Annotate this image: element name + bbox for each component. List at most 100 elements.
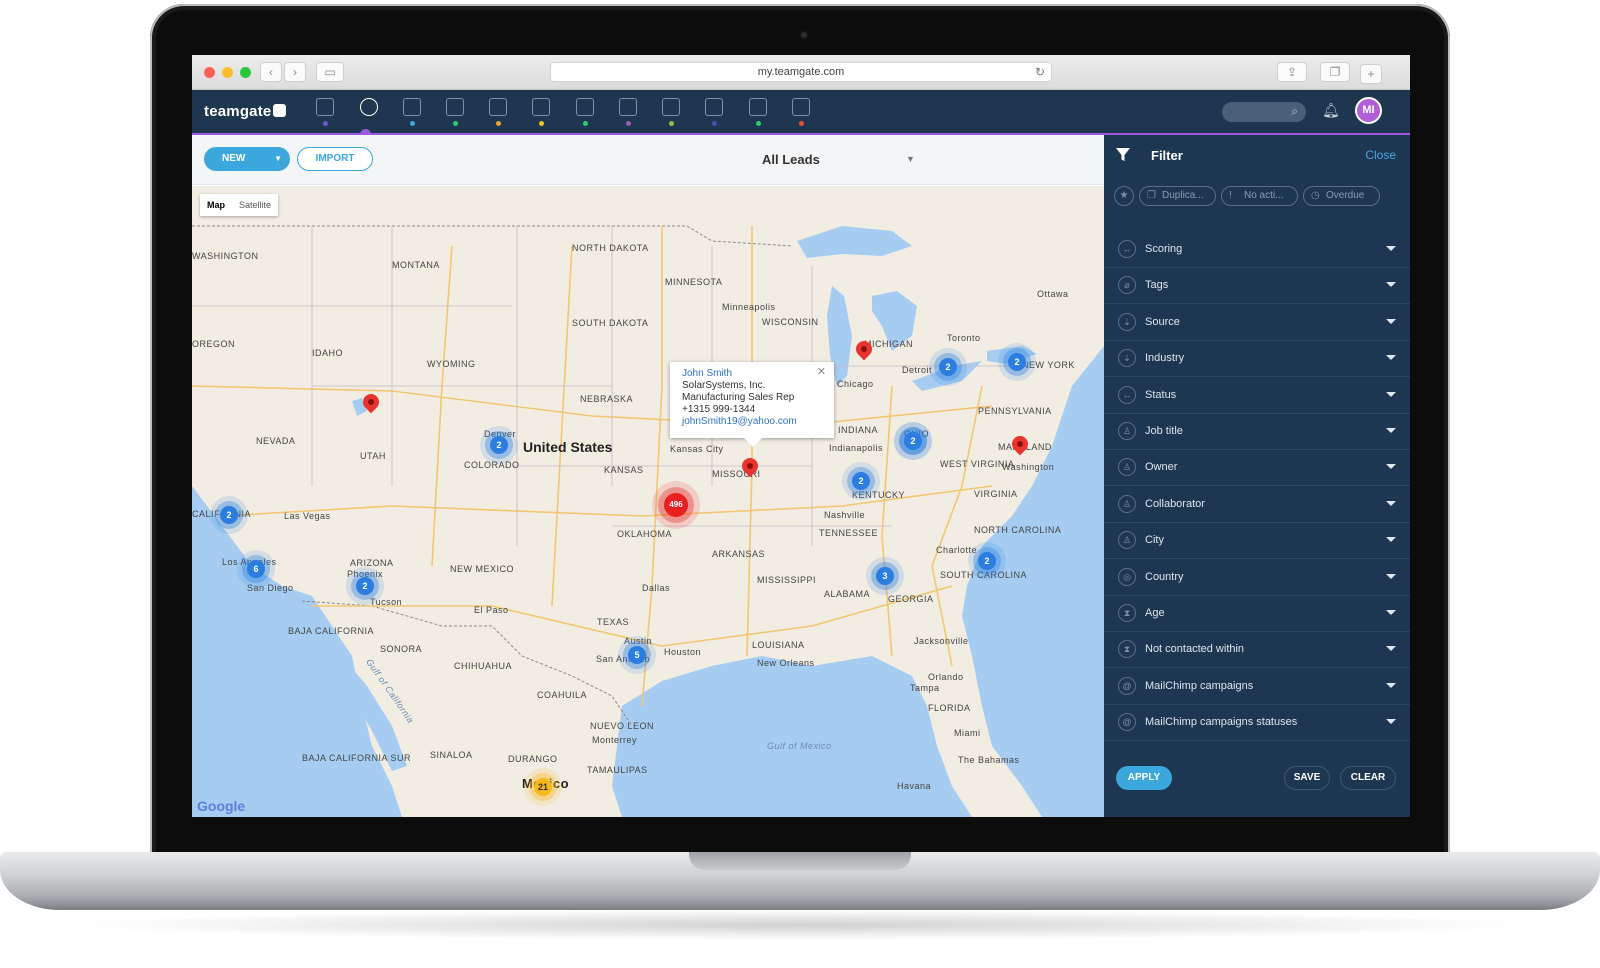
filter-row[interactable]: ♙ Collaborator: [1104, 486, 1410, 523]
caret-down-icon[interactable]: [1386, 391, 1396, 397]
map-place-label: ARIZONA: [350, 558, 394, 568]
share-button[interactable]: ⇪: [1277, 62, 1307, 82]
address-bar[interactable]: my.teamgate.com ↻: [550, 62, 1052, 82]
star-filter-button[interactable]: ★: [1114, 186, 1134, 206]
filter-row[interactable]: ♙ Job title: [1104, 413, 1410, 450]
chip-label: Duplica...: [1162, 190, 1204, 201]
lead-cluster[interactable]: 2: [356, 577, 374, 595]
nav-item[interactable]: [397, 96, 427, 128]
nav-item[interactable]: [570, 96, 600, 128]
caret-down-icon[interactable]: [1386, 646, 1396, 652]
close-icon[interactable]: ✕: [817, 366, 826, 378]
close-window-button[interactable]: [204, 67, 215, 78]
nav-item[interactable]: [656, 96, 686, 128]
lead-cluster[interactable]: 2: [852, 472, 870, 490]
duplicates-chip[interactable]: ❐ Duplica...: [1139, 186, 1216, 206]
save-button[interactable]: SAVE: [1284, 766, 1330, 790]
nav-item[interactable]: [699, 96, 729, 128]
teamgate-logo[interactable]: teamgate: [204, 103, 287, 120]
filter-row[interactable]: ↔ Scoring: [1104, 231, 1410, 268]
filter-row-label: Source: [1145, 315, 1180, 328]
popup-email[interactable]: johnSmith19@yahoo.com: [682, 416, 822, 428]
nav-item[interactable]: [483, 96, 513, 128]
filter-row[interactable]: ◎ Country: [1104, 559, 1410, 596]
map-place-label: FLORIDA: [928, 703, 971, 713]
caret-down-icon[interactable]: [1386, 318, 1396, 324]
search-input[interactable]: ⌕: [1222, 102, 1306, 122]
tag-icon: ⌀: [1118, 276, 1136, 295]
sidebar-toggle-button[interactable]: ▭: [316, 62, 344, 82]
filter-row[interactable]: ⇣ Source: [1104, 304, 1410, 341]
lead-cluster[interactable]: 6: [247, 560, 265, 578]
filter-row[interactable]: @ MailChimp campaigns: [1104, 668, 1410, 705]
minimize-window-button[interactable]: [222, 67, 233, 78]
filter-row[interactable]: @ MailChimp campaigns statuses: [1104, 704, 1410, 742]
nav-item[interactable]: [354, 96, 384, 128]
tabs-button[interactable]: ❐: [1320, 62, 1350, 82]
caret-down-icon[interactable]: [1386, 355, 1396, 361]
map-place-label: PENNSYLVANIA: [978, 406, 1052, 416]
reload-icon[interactable]: ↻: [1035, 63, 1045, 81]
filter-row[interactable]: ⇣ Industry: [1104, 340, 1410, 378]
caret-down-icon[interactable]: [1386, 610, 1396, 615]
nav-item[interactable]: [310, 96, 340, 128]
filter-row[interactable]: ↔ Status: [1104, 377, 1410, 414]
nav-item[interactable]: [786, 96, 816, 128]
avatar[interactable]: MI: [1355, 97, 1382, 124]
lead-cluster[interactable]: 2: [939, 358, 957, 376]
caret-down-icon[interactable]: [1386, 500, 1396, 506]
caret-down-icon[interactable]: [1386, 719, 1396, 725]
logo-mark-icon: [273, 104, 287, 117]
map-type-map[interactable]: Map: [200, 194, 232, 216]
lead-cluster[interactable]: 2: [490, 436, 508, 454]
filter-close-link[interactable]: Close: [1365, 148, 1396, 162]
map-place-label: Ottawa: [1037, 289, 1069, 299]
map-type-satellite[interactable]: Satellite: [232, 194, 278, 216]
new-button[interactable]: NEW ▼: [204, 147, 290, 171]
caret-down-icon[interactable]: [1386, 537, 1396, 543]
caret-down-icon[interactable]: [1386, 428, 1396, 433]
forward-button[interactable]: ›: [284, 62, 306, 82]
filter-row[interactable]: ♙ City: [1104, 522, 1410, 560]
new-tab-button[interactable]: +: [1360, 64, 1382, 84]
popup-contact-name[interactable]: John Smith: [682, 368, 822, 380]
lead-cluster[interactable]: 2: [978, 552, 996, 570]
nav-item[interactable]: [526, 96, 556, 128]
map-place-label: DURANGO: [508, 754, 558, 764]
lead-cluster[interactable]: 496: [664, 493, 688, 517]
back-button[interactable]: ‹: [260, 62, 282, 82]
map-place-label: The Bahamas: [958, 755, 1020, 765]
caret-down-icon[interactable]: [1386, 573, 1396, 579]
leads-map[interactable]: Map Satellite WASHINGTON MONTANA NORTH DAKO…: [192, 186, 1104, 817]
lead-cluster[interactable]: 21: [534, 778, 552, 796]
overdue-chip[interactable]: ◷ Overdue: [1303, 186, 1380, 206]
lead-cluster[interactable]: 2: [220, 506, 238, 524]
filter-header: Filter Close: [1104, 135, 1410, 175]
filter-row[interactable]: ⧗ Not contacted within: [1104, 631, 1410, 669]
filter-row[interactable]: ⌀ Tags: [1104, 267, 1410, 305]
bell-icon[interactable]: 🔔︎: [1322, 102, 1340, 119]
lead-cluster[interactable]: 5: [628, 646, 646, 664]
no-activity-chip[interactable]: ! No acti...: [1221, 186, 1298, 206]
caret-down-icon[interactable]: [1386, 282, 1396, 288]
chevron-down-icon[interactable]: ▼: [906, 154, 915, 164]
lead-cluster[interactable]: 2: [1008, 353, 1026, 371]
caret-down-icon[interactable]: [1386, 464, 1396, 470]
nav-item[interactable]: [743, 96, 773, 128]
import-button[interactable]: IMPORT: [297, 147, 373, 171]
filter-row[interactable]: ⧗ Age: [1104, 595, 1410, 632]
caret-down-icon[interactable]: [1386, 246, 1396, 251]
nav-item[interactable]: [440, 96, 470, 128]
filter-row[interactable]: ♙ Owner: [1104, 449, 1410, 487]
caret-down-icon[interactable]: [1386, 682, 1396, 688]
apply-button[interactable]: APPLY: [1116, 766, 1172, 790]
map-place-label: Monterrey: [592, 735, 638, 745]
lead-cluster[interactable]: 2: [904, 432, 922, 450]
nav-item[interactable]: [613, 96, 643, 128]
view-select[interactable]: All Leads: [762, 152, 820, 167]
clear-button[interactable]: CLEAR: [1340, 766, 1396, 790]
map-place-label: LOUISIANA: [752, 640, 805, 650]
maximize-window-button[interactable]: [240, 67, 251, 78]
lead-cluster[interactable]: 3: [876, 567, 894, 585]
caret-down-icon[interactable]: ▼: [274, 147, 282, 171]
